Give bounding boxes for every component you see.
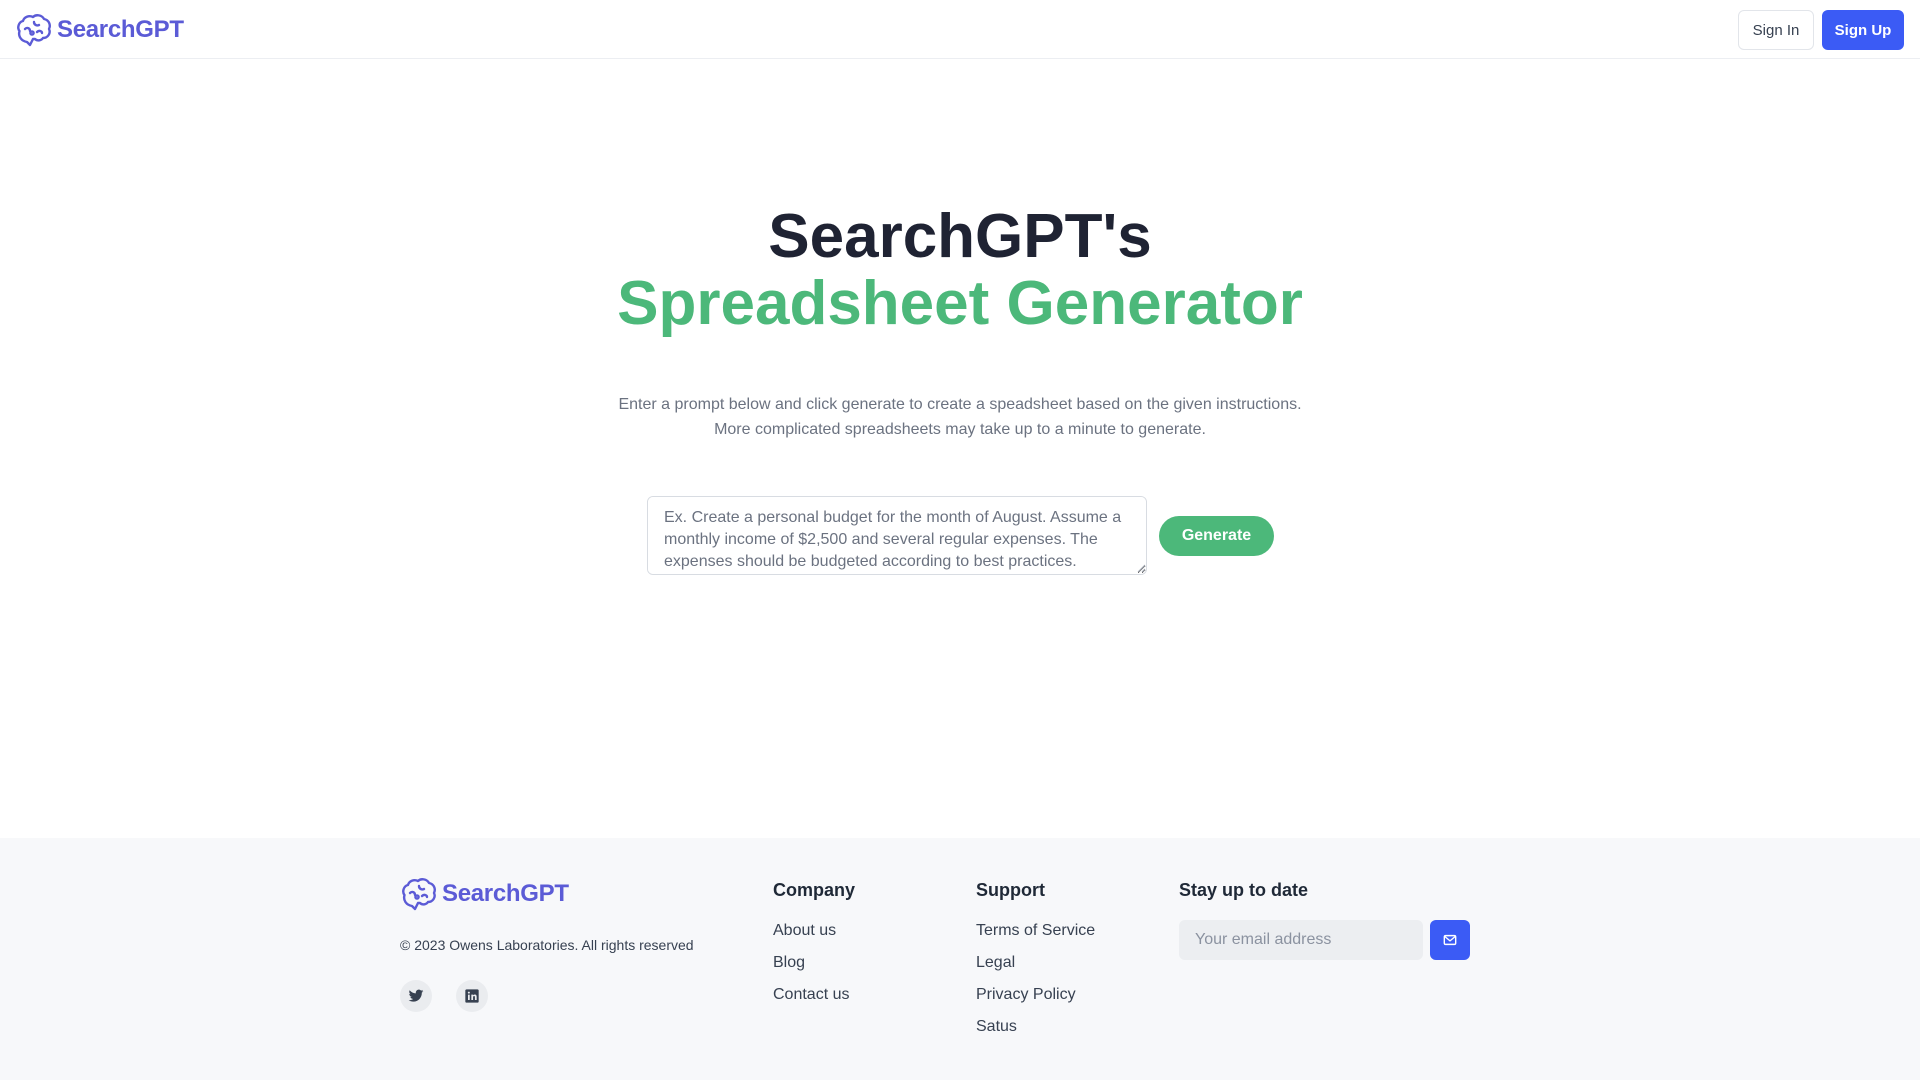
email-input[interactable] — [1179, 920, 1423, 960]
hero-title-line2: Spreadsheet Generator — [617, 269, 1303, 338]
hero-title-line1: SearchGPT's — [768, 202, 1152, 271]
newsletter-heading: Stay up to date — [1179, 880, 1309, 900]
footer — [0, 838, 1920, 1080]
footer-link-about-us[interactable]: About us — [773, 922, 836, 940]
hero-description: Enter a prompt below and click generate … — [618, 396, 1302, 438]
brain-icon — [402, 878, 436, 911]
linkedin-icon — [465, 989, 479, 1003]
prompt-textarea[interactable] — [647, 496, 1147, 575]
footer-link-legal[interactable]: Legal — [976, 954, 1015, 972]
footer-brand-name: SearchGPT — [442, 880, 569, 907]
header-brand-name: SearchGPT — [57, 16, 184, 43]
sign-in-button[interactable]: Sign In — [1738, 10, 1814, 50]
twitter-icon — [408, 989, 424, 1002]
generate-button[interactable]: Generate — [1159, 516, 1274, 556]
footer-logo[interactable]: SearchGPT — [400, 876, 569, 912]
linkedin-link[interactable] — [456, 980, 488, 1012]
top-navbar: SearchGPT Sign In Sign Up — [0, 0, 1920, 59]
header-logo[interactable]: SearchGPT — [15, 12, 184, 48]
copyright-text: © 2023 Owens Laboratories. All rights re… — [400, 937, 694, 953]
footer-link-privacy[interactable]: Privacy Policy — [976, 986, 1076, 1004]
footer-link-contact-us[interactable]: Contact us — [773, 986, 849, 1004]
footer-link-blog[interactable]: Blog — [773, 954, 805, 972]
subscribe-button[interactable] — [1430, 920, 1470, 960]
footer-link-status[interactable]: Satus — [976, 1018, 1017, 1036]
brain-icon — [17, 14, 51, 47]
sign-up-button[interactable]: Sign Up — [1822, 10, 1904, 50]
footer-link-terms[interactable]: Terms of Service — [976, 922, 1095, 940]
mail-icon — [1443, 934, 1457, 946]
twitter-link[interactable] — [400, 980, 432, 1012]
support-heading: Support — [976, 880, 1045, 900]
company-heading: Company — [773, 880, 856, 900]
